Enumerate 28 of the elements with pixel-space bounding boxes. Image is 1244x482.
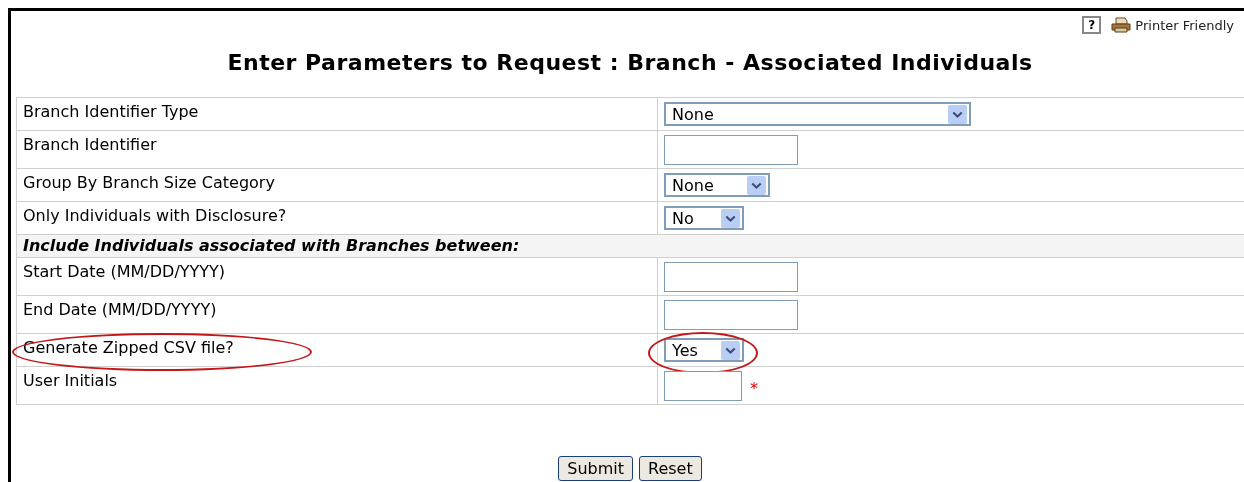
caret-icon [747,175,766,195]
caret-icon [721,340,740,360]
input-field[interactable] [664,262,798,292]
form-button[interactable]: Reset [639,456,702,481]
field-label: Branch Identifier [23,134,157,154]
input-field[interactable] [664,300,798,330]
input-field[interactable] [664,135,798,165]
field-label: Only Individuals with Disclosure? [23,205,287,225]
dropdown[interactable]: No [664,206,744,230]
field-label: End Date (MM/DD/YYYY) [23,299,217,319]
printer-icon[interactable] [1111,17,1132,33]
dropdown[interactable]: Yes [664,338,744,362]
field-label: User Initials [23,370,118,390]
input-field[interactable] [664,371,742,401]
required-mark: * [750,379,758,398]
dropdown[interactable]: None [664,102,971,126]
help-button[interactable]: ? [1082,16,1102,34]
form-button[interactable]: Submit [558,456,634,481]
caret-icon [948,104,967,124]
section-heading: Include Individuals associated with Branches between: [16,234,1244,258]
field-label: Start Date (MM/DD/YYYY) [23,261,226,281]
dropdown[interactable]: None [664,173,770,197]
field-label: Generate Zipped CSV file? [23,337,234,357]
printer-friendly-link[interactable]: Printer Friendly [1135,17,1234,33]
caret-icon [721,208,740,228]
page-title: Enter Parameters to Request : Branch - Associated Individuals [226,50,1034,75]
field-label: Group By Branch Size Category [23,172,275,192]
field-label: Branch Identifier Type [23,101,199,121]
